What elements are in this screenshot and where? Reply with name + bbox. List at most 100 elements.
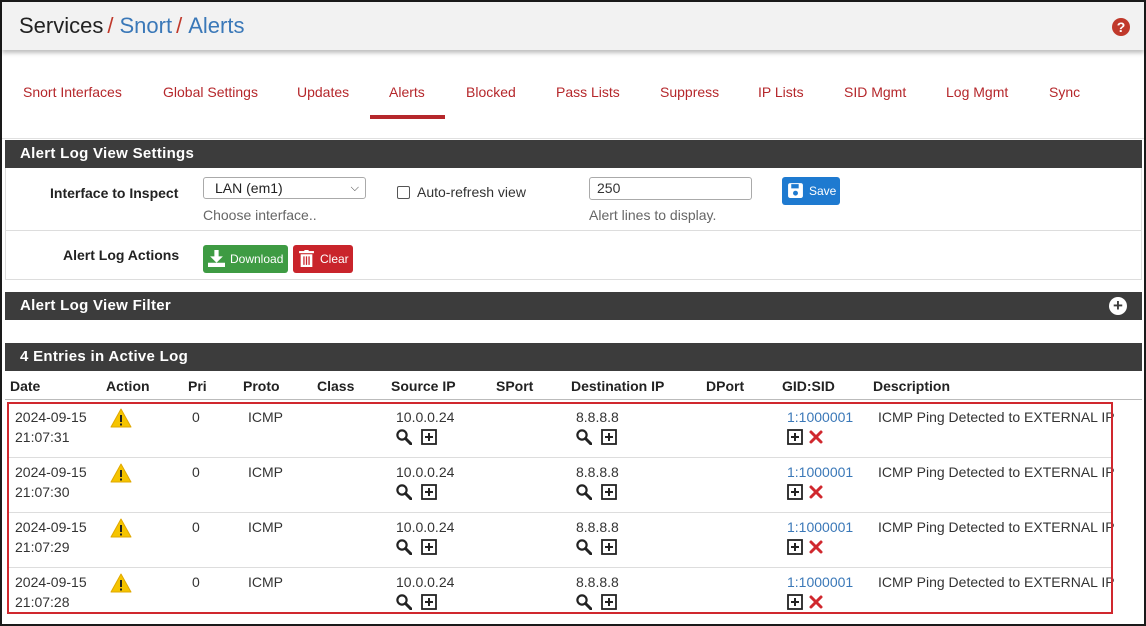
row-description: ICMP Ping Detected to EXTERNAL IP	[878, 409, 1115, 425]
tab-suppress[interactable]: Suppress	[660, 84, 719, 100]
active-tab-indicator	[370, 115, 445, 119]
clear-label: Clear	[320, 252, 349, 266]
download-icon	[208, 250, 225, 267]
magnifier-icon[interactable]	[396, 484, 412, 500]
table-row: 2024-09-15 21:07:31 0 ICMP 10.0.0.24 8.8…	[8, 403, 1115, 458]
plus-square-icon[interactable]	[787, 539, 803, 555]
warning-triangle-icon	[110, 463, 132, 483]
tab-updates[interactable]: Updates	[297, 84, 349, 100]
save-label: Save	[809, 184, 837, 198]
col-action[interactable]: Action	[106, 378, 150, 394]
col-sport[interactable]: SPort	[496, 378, 533, 394]
plus-circle-icon[interactable]: +	[1109, 297, 1127, 315]
plus-square-icon[interactable]	[421, 429, 437, 445]
breadcrumb: Services / Snort / Alerts	[19, 13, 244, 39]
col-destination-ip[interactable]: Destination IP	[571, 378, 664, 394]
plus-square-icon[interactable]	[421, 539, 437, 555]
plus-square-icon[interactable]	[787, 484, 803, 500]
tab-ip-lists[interactable]: IP Lists	[758, 84, 804, 100]
tab-sid-mgmt[interactable]: SID Mgmt	[844, 84, 906, 100]
auto-refresh-label[interactable]: Auto-refresh view	[417, 184, 526, 200]
row-source-ip: 10.0.0.24	[396, 464, 455, 480]
row-destination-ip: 8.8.8.8	[576, 409, 619, 425]
interface-hint: Choose interface..	[203, 207, 317, 223]
plus-square-icon[interactable]	[787, 429, 803, 445]
magnifier-icon[interactable]	[576, 484, 592, 500]
plus-square-icon[interactable]	[601, 594, 617, 610]
warning-triangle-icon	[110, 518, 132, 538]
row-time: 21:07:28	[15, 594, 70, 610]
plus-square-icon[interactable]	[787, 594, 803, 610]
alert-lines-input[interactable]: 250	[589, 177, 752, 200]
row-pri: 0	[192, 519, 200, 535]
plus-square-icon[interactable]	[601, 539, 617, 555]
col-date[interactable]: Date	[10, 378, 40, 394]
magnifier-icon[interactable]	[576, 539, 592, 555]
plus-square-icon[interactable]	[601, 484, 617, 500]
settings-panel-title: Alert Log View Settings	[5, 140, 1142, 168]
settings-divider	[5, 230, 1142, 231]
magnifier-icon[interactable]	[576, 429, 592, 445]
magnifier-icon[interactable]	[396, 429, 412, 445]
row-date: 2024-09-15	[15, 464, 87, 480]
col-gid-sid[interactable]: GID:SID	[782, 378, 835, 394]
clear-button[interactable]: Clear	[293, 245, 353, 273]
tab-snort-interfaces[interactable]: Snort Interfaces	[23, 84, 122, 100]
page-header: Services / Snort / Alerts ?	[2, 2, 1144, 50]
alert-log-actions-label: Alert Log Actions	[63, 247, 180, 263]
tab-sync[interactable]: Sync	[1049, 84, 1080, 100]
row-gid-sid-link[interactable]: 1:1000001	[787, 409, 853, 425]
plus-square-icon[interactable]	[421, 484, 437, 500]
save-button[interactable]: Save	[782, 177, 840, 205]
plus-square-icon[interactable]	[601, 429, 617, 445]
row-pri: 0	[192, 574, 200, 590]
tab-global-settings[interactable]: Global Settings	[163, 84, 258, 100]
tab-pass-lists[interactable]: Pass Lists	[556, 84, 620, 100]
row-description: ICMP Ping Detected to EXTERNAL IP	[878, 519, 1115, 535]
interface-select[interactable]: LAN (em1) ⌵	[203, 177, 366, 199]
row-proto: ICMP	[248, 574, 283, 590]
row-time: 21:07:29	[15, 539, 70, 555]
col-dport[interactable]: DPort	[706, 378, 744, 394]
magnifier-icon[interactable]	[396, 594, 412, 610]
breadcrumb-separator: /	[107, 13, 114, 38]
tab-alerts[interactable]: Alerts	[389, 84, 425, 100]
row-gid-sid-link[interactable]: 1:1000001	[787, 574, 853, 590]
col-class[interactable]: Class	[317, 378, 354, 394]
x-icon[interactable]	[808, 484, 824, 500]
interface-label: Interface to Inspect	[50, 185, 179, 201]
row-gid-sid-link[interactable]: 1:1000001	[787, 464, 853, 480]
row-pri: 0	[192, 409, 200, 425]
row-pri: 0	[192, 464, 200, 480]
row-source-ip: 10.0.0.24	[396, 409, 455, 425]
magnifier-icon[interactable]	[576, 594, 592, 610]
tab-log-mgmt[interactable]: Log Mgmt	[946, 84, 1008, 100]
x-icon[interactable]	[808, 594, 824, 610]
col-pri[interactable]: Pri	[188, 378, 207, 394]
question-circle-icon[interactable]: ?	[1112, 18, 1130, 36]
floppy-disk-icon	[788, 183, 803, 198]
table-row: 2024-09-15 21:07:29 0 ICMP 10.0.0.24 8.8…	[8, 513, 1115, 568]
row-source-ip: 10.0.0.24	[396, 519, 455, 535]
row-gid-sid-link[interactable]: 1:1000001	[787, 519, 853, 535]
interface-select-value: LAN (em1)	[215, 180, 283, 196]
table-row: 2024-09-15 21:07:30 0 ICMP 10.0.0.24 8.8…	[8, 458, 1115, 513]
x-icon[interactable]	[808, 539, 824, 555]
filter-panel-title[interactable]: Alert Log View Filter	[5, 292, 1142, 320]
download-button[interactable]: Download	[203, 245, 288, 273]
magnifier-icon[interactable]	[396, 539, 412, 555]
col-description[interactable]: Description	[873, 378, 950, 394]
table-row: 2024-09-15 21:07:28 0 ICMP 10.0.0.24 8.8…	[8, 568, 1115, 623]
table-header-rule	[5, 399, 1142, 400]
col-proto[interactable]: Proto	[243, 378, 280, 394]
tab-blocked[interactable]: Blocked	[466, 84, 516, 100]
auto-refresh-checkbox[interactable]	[397, 186, 410, 199]
plus-square-icon[interactable]	[421, 594, 437, 610]
breadcrumb-alerts[interactable]: Alerts	[188, 13, 244, 38]
breadcrumb-root: Services	[19, 13, 104, 38]
x-icon[interactable]	[808, 429, 824, 445]
col-source-ip[interactable]: Source IP	[391, 378, 456, 394]
breadcrumb-snort[interactable]: Snort	[119, 13, 172, 38]
row-proto: ICMP	[248, 464, 283, 480]
row-destination-ip: 8.8.8.8	[576, 574, 619, 590]
